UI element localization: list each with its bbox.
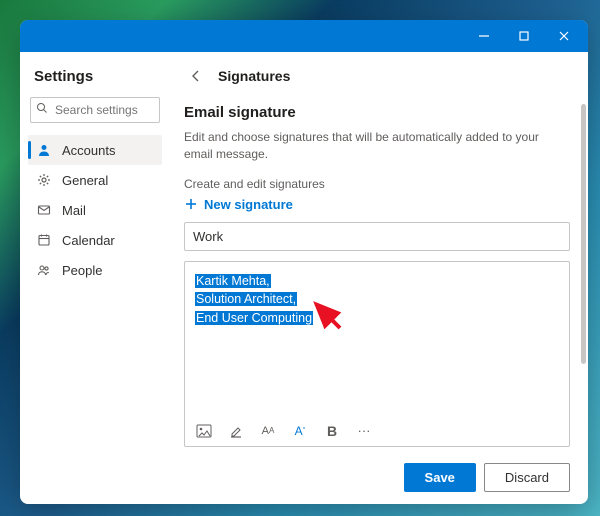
discard-button[interactable]: Discard [484, 463, 570, 492]
close-button[interactable] [544, 22, 584, 50]
font-button[interactable]: AA [259, 422, 277, 440]
subsection-label: Create and edit signatures [184, 177, 570, 191]
minimize-button[interactable] [464, 22, 504, 50]
save-button[interactable]: Save [404, 463, 476, 492]
more-options-button[interactable]: ··· [355, 422, 373, 440]
sidebar-item-label: People [62, 263, 102, 278]
sidebar-item-label: Accounts [62, 143, 115, 158]
footer-actions: Save Discard [184, 451, 570, 492]
mail-icon [36, 202, 52, 218]
search-box[interactable] [30, 97, 160, 123]
sidebar-item-people[interactable]: People [28, 255, 162, 285]
gear-icon [36, 172, 52, 188]
back-button[interactable] [184, 64, 208, 88]
font-size-button[interactable]: A° [291, 422, 309, 440]
section-title: Email signature [184, 104, 570, 121]
sidebar-item-general[interactable]: General [28, 165, 162, 195]
maximize-button[interactable] [504, 22, 544, 50]
sidebar-item-calendar[interactable]: Calendar [28, 225, 162, 255]
new-signature-label: New signature [204, 197, 293, 212]
editor-toolbar: AA A° B ··· [195, 422, 559, 440]
signature-line: Solution Architect, [195, 292, 297, 306]
editor-content[interactable]: Kartik Mehta, Solution Architect, End Us… [195, 272, 559, 412]
section-description: Edit and choose signatures that will be … [184, 129, 570, 163]
signature-name-input[interactable] [184, 222, 570, 251]
people-icon [36, 262, 52, 278]
sidebar-item-label: Calendar [62, 233, 115, 248]
sidebar-item-label: General [62, 173, 108, 188]
calendar-icon [36, 232, 52, 248]
main-panel: Signatures Email signature Edit and choo… [170, 52, 588, 504]
insert-image-button[interactable] [195, 422, 213, 440]
title-bar [20, 20, 588, 52]
sidebar-title: Settings [34, 68, 156, 85]
signature-line: Kartik Mehta, [195, 274, 271, 288]
sidebar-item-label: Mail [62, 203, 86, 218]
person-icon [36, 142, 52, 158]
sidebar-item-accounts[interactable]: Accounts [28, 135, 162, 165]
signature-editor[interactable]: Kartik Mehta, Solution Architect, End Us… [184, 261, 570, 447]
sidebar-item-mail[interactable]: Mail [28, 195, 162, 225]
plus-icon [184, 197, 198, 211]
search-input[interactable] [30, 97, 160, 123]
page-title: Signatures [218, 68, 290, 84]
search-icon [36, 101, 48, 119]
highlight-button[interactable] [227, 422, 245, 440]
bold-button[interactable]: B [323, 422, 341, 440]
signature-line: End User Computing [195, 311, 313, 325]
sidebar: Settings Accounts General [20, 52, 170, 504]
new-signature-button[interactable]: New signature [184, 197, 570, 212]
settings-window: Settings Accounts General [20, 20, 588, 504]
scrollbar[interactable] [581, 104, 586, 364]
